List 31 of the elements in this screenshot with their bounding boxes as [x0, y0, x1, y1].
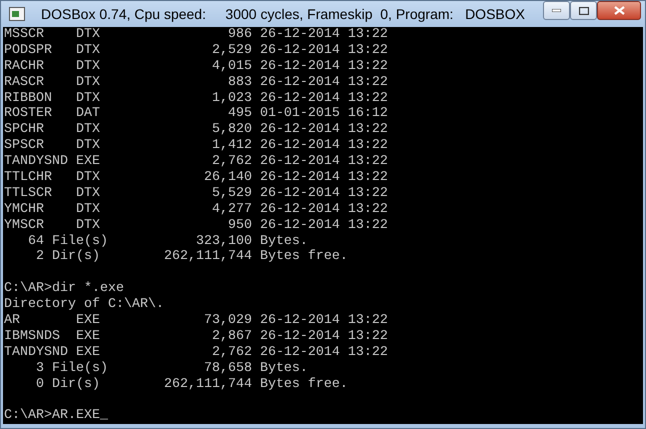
console-line: SPCHR DTX 5,820 26-12-2014 13:22 [4, 122, 389, 138]
console-line: RIBBON DTX 1,023 26-12-2014 13:22 [4, 90, 389, 106]
minimize-button[interactable] [543, 1, 570, 20]
console-line: Directory of C:\AR\. [4, 297, 165, 314]
console-line: 0 Dir(s) 262,111,744 Bytes free. [34, 376, 349, 392]
console-line: 3 File(s) 78,658 Bytes. [34, 360, 309, 377]
console-line: RACHR DTX 4,015 26-12-2014 13:22 [4, 58, 389, 75]
console-line: TTLSCR DTX 5,529 26-12-2014 13:22 [4, 186, 389, 202]
console-line: TTLCHR DTX 26,140 26-12-2014 13:22 [4, 170, 389, 186]
maximize-icon [578, 6, 588, 14]
close-button[interactable] [597, 1, 641, 20]
console-line: AR EXE 73,029 26-12-2014 13:22 [4, 313, 389, 329]
minimize-icon [552, 9, 561, 12]
console-line: C:\AR>dir *.exe [4, 281, 125, 297]
console-line: 2 Dir(s) 262,111,744 Bytes free. [34, 249, 349, 266]
console-line: 64 File(s) 323,100 Bytes. [26, 234, 309, 249]
console-line: YMSCR DTX 950 26-12-2014 13:22 [4, 218, 389, 234]
console-line: PODSPR DTX 2,529 26-12-2014 13:22 [4, 42, 389, 59]
console-line: ROSTER DAT 495 01-01-2015 16:12 [4, 106, 389, 122]
console-line: TANDYSND EXE 2,762 26-12-2014 13:22 [4, 344, 389, 361]
console-line: TANDYSND EXE 2,762 26-12-2014 13:22 [4, 154, 389, 170]
console-line: MSSCR DTX 986 26-12-2014 13:22 [4, 27, 389, 43]
window-title: DOSBox 0.74, Cpu speed: 3000 cycles, Frameskip 0, Program: DOSBOX [41, 4, 526, 24]
console-line: IBMSNDS EXE 2,867 26-12-2014 13:22 [4, 328, 389, 345]
app-icon [9, 7, 25, 21]
console-line: C:\AR>AR.EXE_ [4, 408, 109, 424]
close-icon [614, 6, 624, 15]
console-line: SPSCR DTX 1,412 26-12-2014 13:22 [4, 138, 389, 154]
console-line: YMCHR DTX 4,277 26-12-2014 13:22 [4, 202, 389, 218]
maximize-button[interactable] [570, 1, 597, 20]
console-line: RASCR DTX 883 26-12-2014 13:22 [4, 74, 389, 91]
